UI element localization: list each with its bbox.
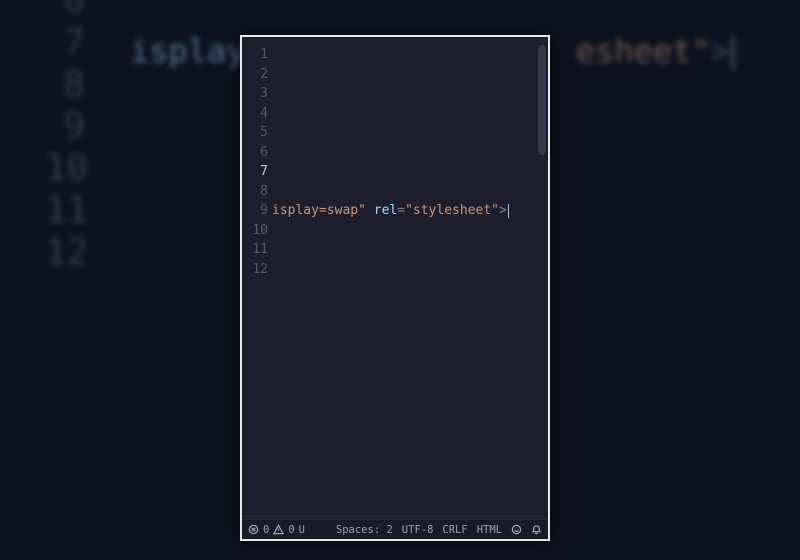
line-number: 12 <box>242 260 268 280</box>
bell-icon[interactable] <box>531 524 542 536</box>
code-token-string: isplay=swap" <box>272 203 366 218</box>
bg-line-number: 6 <box>45 0 85 22</box>
bg-line-number: 9 <box>45 106 85 148</box>
line-number: 1 <box>242 45 268 65</box>
bg-line-number: 12 <box>45 232 85 274</box>
line-number: 5 <box>242 123 268 143</box>
status-left: 0 0 U <box>248 524 305 536</box>
line-number: 10 <box>242 221 268 241</box>
bg-line-number: 7 <box>45 22 85 64</box>
code-token-attr: rel <box>366 203 397 218</box>
error-icon[interactable] <box>248 524 259 535</box>
background-code-right: esheet"> <box>576 32 730 70</box>
vertical-scrollbar[interactable] <box>538 45 546 155</box>
editor-body[interactable]: 1 2 3 4 5 6 7 8 9 10 11 12 isplay=swap" … <box>242 37 548 519</box>
line-number: 3 <box>242 84 268 104</box>
background-gutter: 6 7 8 9 10 11 12 <box>45 0 85 274</box>
code-token-punct: = <box>397 203 405 218</box>
line-number: 4 <box>242 104 268 124</box>
line-number: 6 <box>242 143 268 163</box>
bg-code-fragment: isplay <box>130 32 246 70</box>
line-number: 9 <box>242 201 268 221</box>
code-token-punct: > <box>499 203 507 218</box>
bg-line-number: 8 <box>45 64 85 106</box>
warning-icon[interactable] <box>273 524 284 535</box>
status-git-indicator[interactable]: U <box>299 524 305 536</box>
status-language[interactable]: HTML <box>477 524 502 536</box>
warning-count[interactable]: 0 <box>288 524 294 536</box>
feedback-icon[interactable] <box>511 524 522 536</box>
bg-code-fragment: > <box>711 32 730 70</box>
code-token-string: "stylesheet" <box>405 203 499 218</box>
line-number: 11 <box>242 240 268 260</box>
error-count[interactable]: 0 <box>263 524 269 536</box>
line-number: 2 <box>242 65 268 85</box>
bg-line-number: 11 <box>45 190 85 232</box>
status-center: Spaces: 2 UTF-8 CRLF HTML <box>336 524 542 536</box>
line-number: 8 <box>242 182 268 202</box>
bg-code-fragment: esheet" <box>576 32 711 70</box>
status-encoding[interactable]: UTF-8 <box>402 524 434 536</box>
status-bar: 0 0 U Spaces: 2 UTF-8 CRLF HTML <box>242 519 548 539</box>
bg-line-number: 10 <box>45 148 85 190</box>
text-cursor <box>508 204 509 218</box>
code-line-7[interactable]: isplay=swap" rel="stylesheet"> <box>272 201 548 221</box>
status-spaces[interactable]: Spaces: 2 <box>336 524 393 536</box>
line-number-gutter: 1 2 3 4 5 6 7 8 9 10 11 12 <box>242 37 272 519</box>
code-area[interactable]: isplay=swap" rel="stylesheet"> <box>272 37 548 519</box>
line-number-active: 7 <box>242 162 268 182</box>
status-eol[interactable]: CRLF <box>442 524 467 536</box>
editor-overlay-window: 1 2 3 4 5 6 7 8 9 10 11 12 isplay=swap" … <box>240 35 550 541</box>
background-cursor <box>732 36 734 70</box>
background-code-left: isplay <box>130 32 246 70</box>
